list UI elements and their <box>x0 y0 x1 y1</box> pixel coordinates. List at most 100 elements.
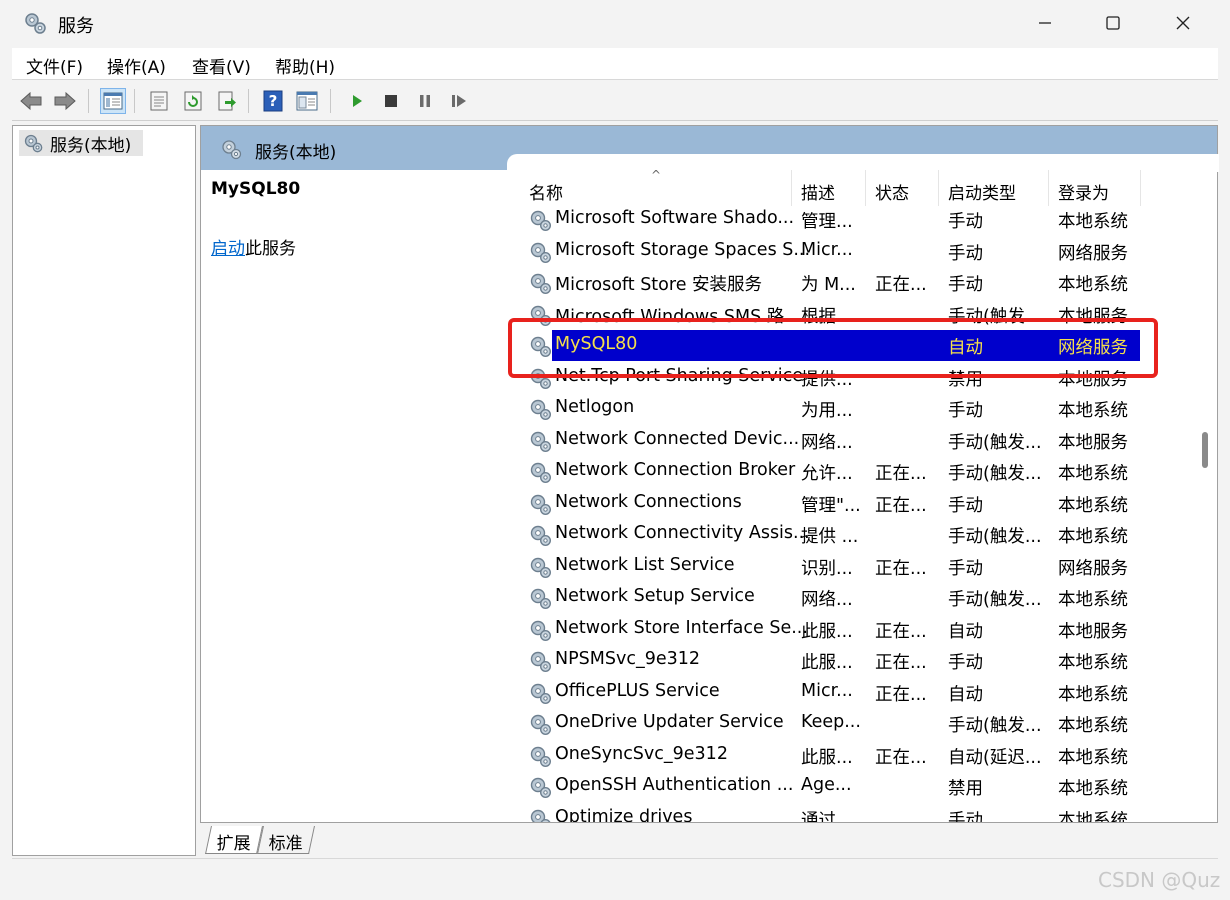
services-gear-icon <box>222 140 242 160</box>
service-status: 正在... <box>875 464 927 484</box>
column-header-status[interactable]: 状态 <box>875 179 909 204</box>
service-description: Age... <box>801 775 852 795</box>
table-row[interactable]: Netlogon 为用... 手动 本地系统 <box>509 393 1189 425</box>
table-row[interactable]: NPSMSvc_9e312 此服... 正在... 手动 本地系统 <box>509 645 1189 677</box>
table-row[interactable]: Network Connections 管理"... 正在... 手动 本地系统 <box>509 488 1189 520</box>
help-button[interactable]: ? <box>260 88 286 114</box>
service-startup-type: 手动 <box>948 401 983 421</box>
restart-service-button[interactable] <box>446 88 472 114</box>
column-header-name[interactable]: 名称 <box>529 179 563 204</box>
service-logon-as: 本地系统 <box>1058 684 1128 705</box>
maximize-icon <box>1106 16 1120 30</box>
column-header-description[interactable]: 描述 <box>801 179 835 204</box>
service-name: Microsoft Store 安装服务 <box>555 275 763 295</box>
highlight-annotation <box>508 318 1158 378</box>
table-row[interactable]: Microsoft Store 安装服务 为 M... 正在... 手动 本地系统 <box>509 267 1189 299</box>
table-row[interactable]: Network Connectivity Assis... 提供 ... 手动(触发… <box>509 519 1189 551</box>
service-status: 正在... <box>875 684 927 705</box>
service-logon-as: 本地系统 <box>1058 527 1128 547</box>
vertical-scrollbar[interactable] <box>1197 170 1217 822</box>
services-gear-icon <box>24 134 43 153</box>
table-row[interactable]: OneDrive Updater Service Keep... 手动(触发... 本… <box>509 708 1189 740</box>
pause-service-button[interactable] <box>412 88 438 114</box>
service-logon-as: 本地服务 <box>1058 432 1128 453</box>
service-description: 通过... <box>801 810 853 823</box>
tab-standard[interactable]: 标准 <box>257 826 315 854</box>
table-row[interactable]: Network Connected Devic... 网络... 手动(触发... 本… <box>509 425 1189 457</box>
forward-button[interactable] <box>52 88 78 114</box>
service-gear-icon <box>530 273 552 295</box>
service-gear-icon <box>530 462 552 484</box>
menu-view[interactable]: 查看(V) <box>192 53 251 78</box>
service-name: Network Store Interface Se... <box>555 617 808 638</box>
table-row[interactable]: Network Connection Broker 允许... 正在... 手动(触发… <box>509 456 1189 488</box>
window-title: 服务 <box>58 16 94 37</box>
table-row[interactable]: Microsoft Storage Spaces S... Micr... 手动 网络… <box>509 236 1189 268</box>
service-logon-as: 本地系统 <box>1058 401 1128 421</box>
table-row[interactable]: Optimize drives 通过... 手动 本地系统 <box>509 803 1189 823</box>
table-row[interactable]: Microsoft Software Shado... 管理... 手动 本地系统 <box>509 204 1189 236</box>
service-description: 管理... <box>801 212 853 232</box>
show-hide-console-tree-button[interactable] <box>100 88 126 114</box>
view-tabs: 扩展 标准 <box>200 823 1218 856</box>
service-startup-type: 手动 <box>948 558 983 579</box>
service-startup-type: 手动(触发... <box>948 527 1042 547</box>
table-row[interactable]: OneSyncSvc_9e312 此服... 正在... 自动(延迟... 本地系统 <box>509 740 1189 772</box>
service-startup-type: 手动(触发... <box>948 590 1042 610</box>
service-gear-icon <box>530 620 552 641</box>
view-list-icon <box>296 91 318 111</box>
back-button[interactable] <box>18 88 44 114</box>
column-header-logon-as[interactable]: 登录为 <box>1058 179 1109 204</box>
table-row[interactable]: OpenSSH Authentication ... Age... 禁用 本地系统 <box>509 771 1189 803</box>
restart-icon <box>452 95 466 107</box>
service-logon-as: 本地系统 <box>1058 590 1128 610</box>
menu-file[interactable]: 文件(F) <box>26 53 83 78</box>
service-logon-as: 本地系统 <box>1058 212 1128 232</box>
service-description: 此服... <box>801 747 853 768</box>
menu-help[interactable]: 帮助(H) <box>275 53 335 78</box>
table-row[interactable]: OfficePLUS Service Micr... 正在... 自动 本地系统 <box>509 677 1189 709</box>
tab-extended[interactable]: 扩展 <box>205 826 263 854</box>
service-name: Network Connected Devic... <box>555 428 800 449</box>
table-row[interactable]: Network List Service 识别... 正在... 手动 网络服务 <box>509 551 1189 583</box>
watermark: CSDN @Quz <box>1098 868 1221 892</box>
service-name: Optimize drives <box>555 806 693 823</box>
service-name: Network Connections <box>555 491 742 512</box>
scrollbar-thumb[interactable] <box>1202 432 1208 468</box>
service-logon-as: 网络服务 <box>1058 558 1128 579</box>
table-row[interactable]: Network Setup Service 网络... 手动(触发... 本地系统 <box>509 582 1189 614</box>
properties-button[interactable] <box>146 88 172 114</box>
service-name: Microsoft Storage Spaces S... <box>555 239 811 260</box>
service-description: Micr... <box>801 239 853 260</box>
service-startup-type: 禁用 <box>948 779 983 799</box>
view-button[interactable] <box>294 88 320 114</box>
service-gear-icon <box>530 525 552 547</box>
service-logon-as: 网络服务 <box>1058 243 1128 264</box>
menu-bar: 文件(F) 操作(A) 查看(V) 帮助(H) <box>12 48 1218 80</box>
service-name: OfficePLUS Service <box>555 680 720 701</box>
service-name: Network List Service <box>555 554 735 575</box>
minimize-button[interactable] <box>1010 0 1080 46</box>
service-startup-type: 手动(触发... <box>948 432 1042 453</box>
tree-item-services-local[interactable]: 服务(本地) <box>19 130 143 156</box>
stop-service-button[interactable] <box>378 88 404 114</box>
selected-service-title: MySQL80 <box>211 179 301 199</box>
start-service-link[interactable]: 启动 <box>211 239 245 259</box>
service-startup-type: 自动 <box>948 621 983 642</box>
start-service-button[interactable] <box>344 88 370 114</box>
service-name: OneDrive Updater Service <box>555 712 784 732</box>
service-startup-type: 自动 <box>948 684 983 705</box>
refresh-button[interactable] <box>180 88 206 114</box>
service-gear-icon <box>530 431 552 452</box>
menu-action[interactable]: 操作(A) <box>107 53 166 78</box>
stop-icon <box>385 95 397 107</box>
table-row[interactable]: Network Store Interface Se... 此服... 正在... 自… <box>509 614 1189 646</box>
export-list-button[interactable] <box>214 88 240 114</box>
service-startup-type: 自动(延迟... <box>948 747 1042 768</box>
close-button[interactable] <box>1148 0 1218 46</box>
service-status: 正在... <box>875 275 927 295</box>
maximize-button[interactable] <box>1078 0 1148 46</box>
service-logon-as: 本地系统 <box>1058 716 1128 736</box>
service-gear-icon <box>530 557 552 578</box>
column-header-startup-type[interactable]: 启动类型 <box>948 179 1016 204</box>
